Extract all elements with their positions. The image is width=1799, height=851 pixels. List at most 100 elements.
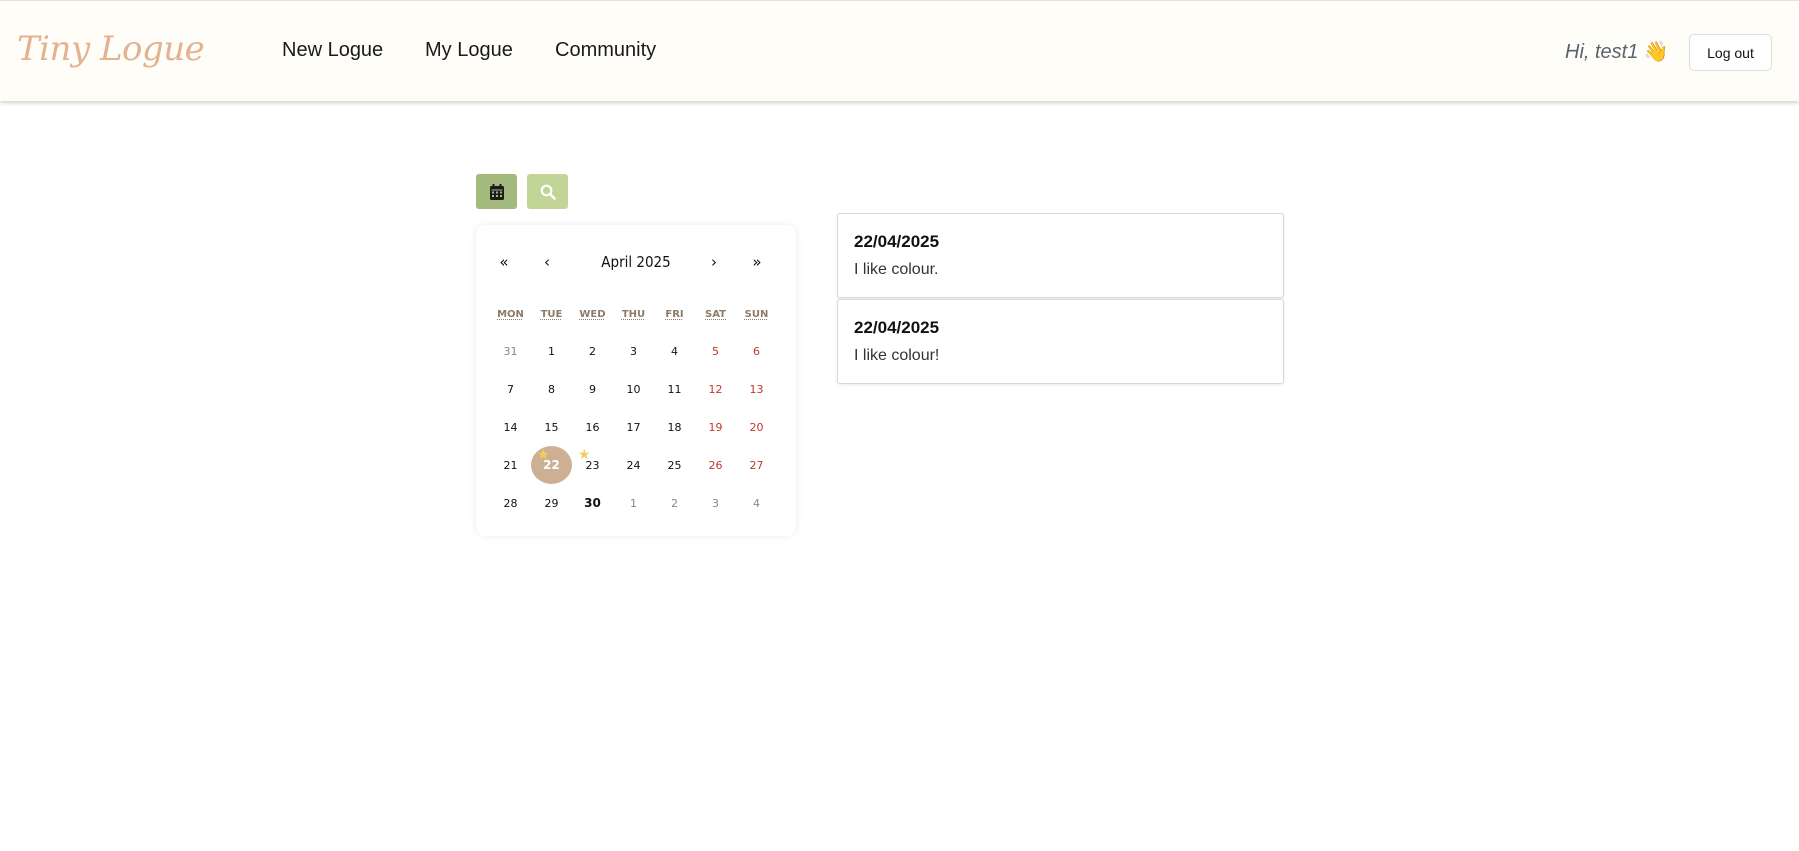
calendar-day[interactable]: 9	[572, 370, 613, 408]
nav-my-logue[interactable]: My Logue	[425, 39, 513, 62]
calendar-day-number: 1	[548, 344, 555, 358]
calendar-day[interactable]: 2	[572, 332, 613, 370]
entry-date: 22/04/2025	[854, 232, 940, 251]
calendar-day-number: 4	[671, 344, 678, 358]
calendar-day[interactable]: 1	[531, 332, 572, 370]
weekday-label: SAT	[705, 309, 726, 320]
calendar-day-number: 2	[589, 344, 596, 358]
calendar-day-number: 11	[667, 382, 682, 396]
prev-month-button[interactable]: ‹	[532, 253, 562, 271]
entry-text: I like colour.	[854, 261, 939, 278]
calendar-day-number: 14	[503, 420, 518, 434]
calendar-day-number: 13	[749, 382, 764, 396]
calendar-day[interactable]: 18	[654, 408, 695, 446]
calendar-day-number: 29	[544, 496, 559, 510]
calendar-day[interactable]: 17	[613, 408, 654, 446]
weekday-label: FRI	[665, 309, 684, 320]
entry-star-icon: ★	[578, 447, 591, 463]
calendar-day[interactable]: 10	[613, 370, 654, 408]
calendar-day[interactable]: 23 ★	[572, 446, 613, 484]
calendar-day[interactable]: 12	[695, 370, 736, 408]
calendar-day[interactable]: 30	[572, 484, 613, 522]
calendar-day[interactable]: 4	[736, 484, 777, 522]
weekday-label: TUE	[540, 309, 563, 320]
calendar-day-number: 19	[708, 420, 723, 434]
calendar-day-number: 21	[503, 458, 518, 472]
calendar-day-number: 5	[712, 344, 719, 358]
calendar-day[interactable]: 8	[531, 370, 572, 408]
logue-entry[interactable]: 22/04/2025 I like colour.	[837, 213, 1284, 298]
next-month-button[interactable]: ›	[699, 253, 729, 271]
wave-icon: 👋	[1643, 41, 1669, 63]
calendar-day-number: 30	[584, 496, 601, 510]
calendar-day-number: 9	[589, 382, 596, 396]
calendar-day-number: 10	[626, 382, 641, 396]
entry-date: 22/04/2025	[854, 318, 940, 337]
calendar-day[interactable]: 6	[736, 332, 777, 370]
search-icon	[540, 184, 556, 200]
calendar-day-number: 3	[630, 344, 637, 358]
calendar-day-number: 24	[626, 458, 641, 472]
logout-button[interactable]: Log out	[1689, 34, 1772, 71]
top-navbar: Tiny Logue New Logue My Logue Community …	[0, 0, 1799, 101]
weekday-label: THU	[621, 309, 646, 320]
calendar-day-number: 4	[753, 496, 760, 510]
calendar-day[interactable]: 15	[531, 408, 572, 446]
calendar-day[interactable]: 24	[613, 446, 654, 484]
calendar-day-number: 16	[585, 420, 600, 434]
greeting-text: Hi, test1	[1565, 41, 1639, 63]
calendar-day-number: 15	[544, 420, 559, 434]
calendar-day[interactable]: 31	[490, 332, 531, 370]
calendar-day[interactable]: 7	[490, 370, 531, 408]
calendar-day[interactable]: 26	[695, 446, 736, 484]
entry-text: I like colour!	[854, 347, 940, 364]
weekday-label: SUN	[744, 309, 769, 320]
calendar-day-number: 28	[503, 496, 518, 510]
calendar-day[interactable]: 11	[654, 370, 695, 408]
calendar-day-number: 12	[708, 382, 723, 396]
calendar-day[interactable]: 14	[490, 408, 531, 446]
weekday-label: MON	[497, 309, 524, 320]
calendar-day[interactable]: 20	[736, 408, 777, 446]
logue-entry[interactable]: 22/04/2025 I like colour!	[837, 299, 1284, 384]
calendar-day-number: 17	[626, 420, 641, 434]
calendar-day[interactable]: 2	[654, 484, 695, 522]
calendar-day[interactable]: 4	[654, 332, 695, 370]
calendar-day[interactable]: 25	[654, 446, 695, 484]
calendar-day[interactable]: 13	[736, 370, 777, 408]
calendar-widget: « ‹ April 2025 › » MON TUE WED THU FRI SAT SUN…	[476, 225, 796, 536]
calendar-day[interactable]: 22 ★	[531, 446, 572, 484]
calendar-day[interactable]: 19	[695, 408, 736, 446]
calendar-month-title[interactable]: April 2025	[576, 253, 696, 271]
user-greeting: Hi, test1 👋	[1565, 39, 1669, 64]
calendar-day[interactable]: 27	[736, 446, 777, 484]
calendar-day-number: 3	[712, 496, 719, 510]
calendar-day-number: 31	[503, 344, 518, 358]
calendar-view-button[interactable]	[476, 174, 517, 209]
calendar-day-number: 20	[749, 420, 764, 434]
calendar-day[interactable]: 1	[613, 484, 654, 522]
nav-community[interactable]: Community	[555, 39, 656, 62]
calendar-day[interactable]: 29	[531, 484, 572, 522]
calendar-day[interactable]: 16	[572, 408, 613, 446]
calendar-day[interactable]: 21	[490, 446, 531, 484]
search-view-button[interactable]	[527, 174, 568, 209]
calendar-day-number: 8	[548, 382, 555, 396]
app-logo[interactable]: Tiny Logue	[17, 29, 205, 69]
calendar-day-number: 6	[753, 344, 760, 358]
calendar-day[interactable]: 5	[695, 332, 736, 370]
calendar-day[interactable]: 28	[490, 484, 531, 522]
calendar-day-number: 2	[671, 496, 678, 510]
entry-star-icon: ★	[537, 447, 550, 463]
calendar-icon	[489, 183, 504, 200]
prev-year-button[interactable]: «	[489, 253, 519, 271]
calendar-day[interactable]: 3	[613, 332, 654, 370]
calendar-day[interactable]: 3	[695, 484, 736, 522]
nav-new-logue[interactable]: New Logue	[282, 39, 383, 62]
weekday-label: WED	[579, 309, 606, 320]
calendar-day-number: 1	[630, 496, 637, 510]
calendar-day-number: 26	[708, 458, 723, 472]
calendar-day-number: 18	[667, 420, 682, 434]
calendar-day-number: 27	[749, 458, 764, 472]
next-year-button[interactable]: »	[742, 253, 772, 271]
